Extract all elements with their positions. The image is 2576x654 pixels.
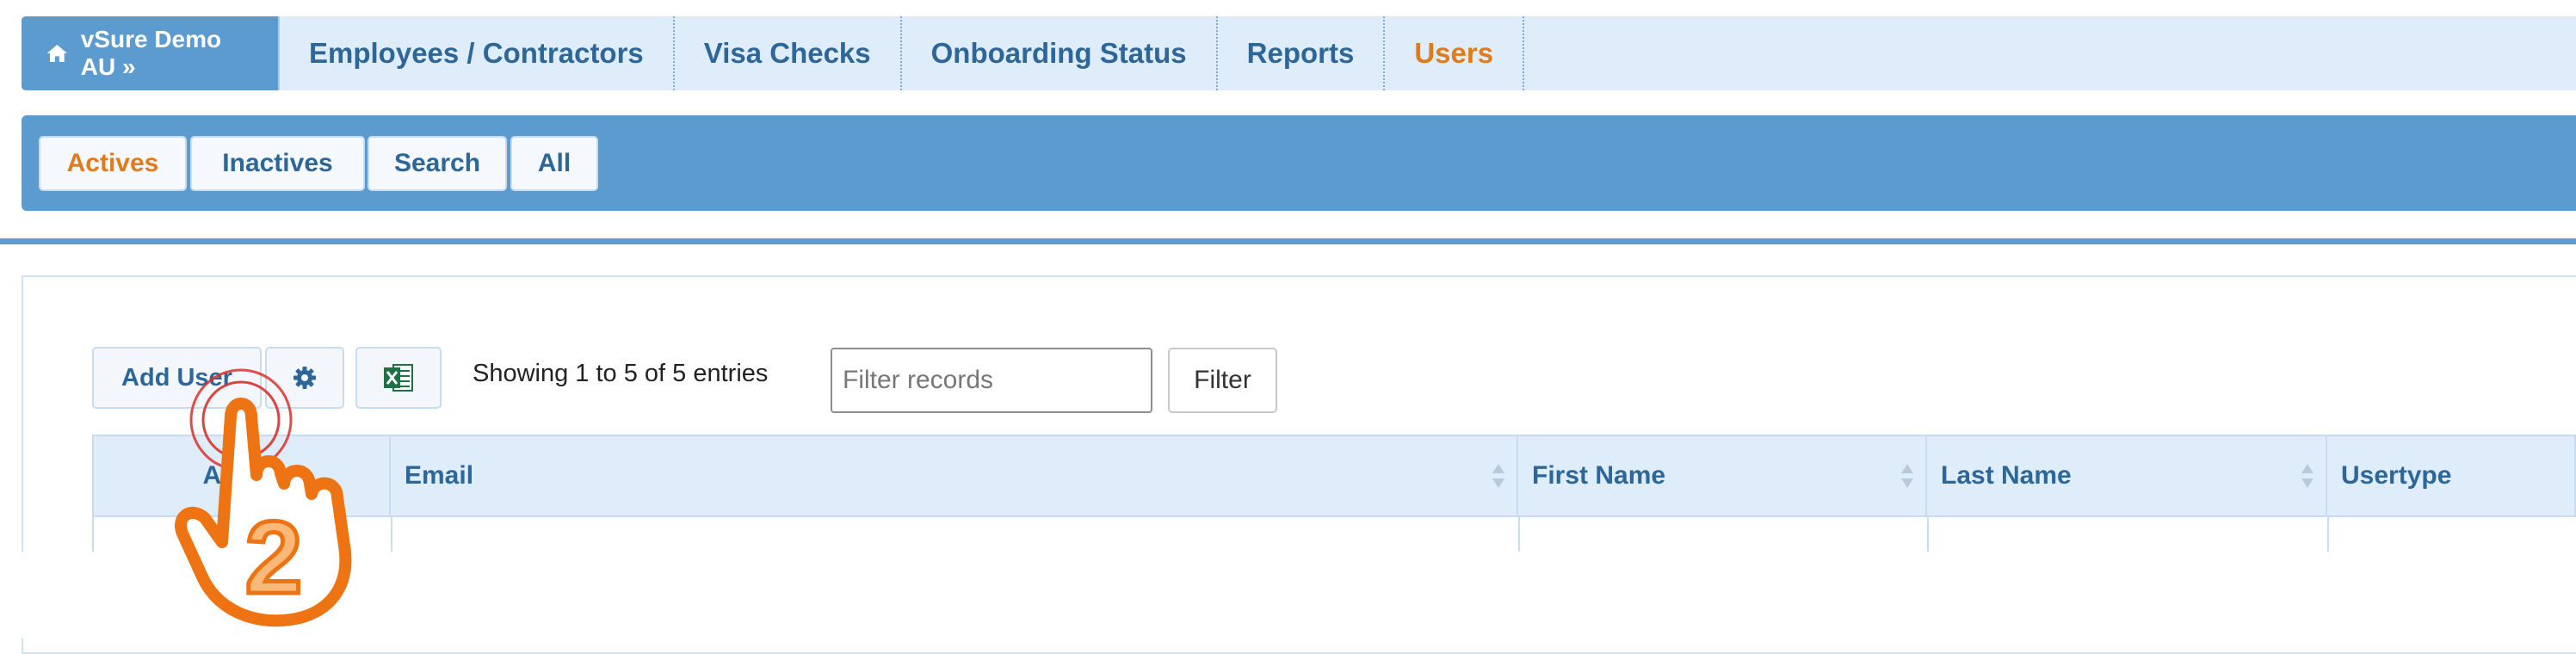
nav-reports[interactable]: Reports xyxy=(1218,16,1386,90)
table-cell xyxy=(1927,517,2329,552)
top-navigation: vSure Demo AU » Employees / Contractors … xyxy=(22,16,2576,90)
column-label: Email xyxy=(405,461,474,490)
section-divider xyxy=(0,238,2576,244)
column-usertype[interactable]: Usertype xyxy=(2327,436,2576,515)
column-first-name[interactable]: First Name xyxy=(1518,436,1927,515)
home-icon xyxy=(46,44,68,63)
sort-icon xyxy=(1901,464,1913,488)
column-label: Usertype xyxy=(2341,461,2452,490)
tab-all[interactable]: All xyxy=(510,136,598,191)
nav-employees-contractors[interactable]: Employees / Contractors xyxy=(280,16,675,90)
column-email[interactable]: Email xyxy=(391,436,1518,515)
brand-label: vSure Demo AU » xyxy=(80,26,222,80)
tab-inactives[interactable]: Inactives xyxy=(190,136,365,191)
table-body xyxy=(92,517,2576,552)
column-last-name[interactable]: Last Name xyxy=(1927,436,2327,515)
pointing-hand-icon: 2 xyxy=(175,368,352,627)
filter-records-input[interactable] xyxy=(831,348,1152,413)
table-cell xyxy=(1518,517,1929,552)
entries-info: Showing 1 to 5 of 5 entries xyxy=(473,360,769,387)
nav-onboarding-status[interactable]: Onboarding Status xyxy=(902,16,1218,90)
sub-navigation: Actives Inactives Search All xyxy=(22,115,2576,211)
nav-visa-checks[interactable]: Visa Checks xyxy=(675,16,902,90)
table-cell xyxy=(391,517,1520,552)
filter-button[interactable]: Filter xyxy=(1168,348,1277,413)
table-header: Active Email First Name Last Name Userty… xyxy=(92,435,2576,517)
tab-actives[interactable]: Actives xyxy=(39,136,187,191)
column-label: First Name xyxy=(1532,461,1666,490)
nav-users[interactable]: Users xyxy=(1385,16,1525,90)
brand-link[interactable]: vSure Demo AU » xyxy=(22,16,280,90)
column-label: Last Name xyxy=(1941,461,2072,490)
tab-search[interactable]: Search xyxy=(368,136,507,191)
sort-icon xyxy=(1492,464,1504,488)
step-number: 2 xyxy=(245,500,303,615)
sort-icon xyxy=(2301,464,2313,488)
